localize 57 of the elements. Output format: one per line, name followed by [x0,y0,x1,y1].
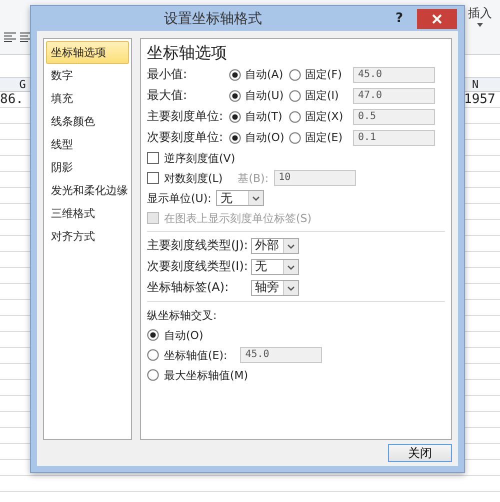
radio-label: 自动(T) [245,109,282,124]
table-cell-text: 1957 [464,92,496,108]
category-item[interactable]: 对齐方式 [46,225,129,248]
close-icon [432,14,442,24]
dropdown[interactable]: 无 [216,190,264,206]
category-item[interactable]: 数字 [46,64,129,87]
checkbox-label: 逆序刻度值(V) [164,150,236,166]
section-label: 纵坐标轴交叉: [147,308,217,322]
align-icon[interactable] [4,32,16,42]
insert-button[interactable]: 插入 [464,3,496,30]
panel-title: 坐标轴选项 [147,43,228,63]
category-item[interactable]: 三维格式 [46,202,129,225]
category-item[interactable]: 填充 [46,87,129,110]
field-label: 最小值: [147,66,188,83]
radio-label: 最大坐标轴值(M) [164,368,248,382]
dropdown[interactable]: 轴旁 [251,280,299,296]
caret-icon [283,280,298,294]
field-label: 显示单位(U): [147,190,212,206]
checkbox-label: 在图表上显示刻度单位标签(S) [164,210,312,226]
checkbox[interactable] [147,152,159,164]
category-item[interactable]: 坐标轴选项 [46,41,129,64]
radio-label: 自动(O) [164,328,204,342]
field-label: 次要刻度线类型(I): [147,258,249,275]
radio-label: 自动(A) [245,67,284,82]
dropdown[interactable]: 外部 [251,238,299,254]
caret-icon [476,22,484,28]
help-button[interactable]: ? [395,11,403,26]
radio-label: 固定(X) [305,109,344,124]
category-item[interactable]: 线条颜色 [46,110,129,133]
table-cell: 86. [0,92,24,108]
radio-label: 自动(O) [245,130,284,145]
radio-label: 固定(F) [305,67,342,82]
caret-icon [248,191,264,205]
category-item[interactable]: 线型 [46,133,129,156]
radio-label: 坐标轴值(E): [164,348,228,362]
radio-button[interactable] [147,369,159,381]
radio-label: 自动(U) [245,88,284,103]
field-label: 次要刻度单位: [147,129,224,146]
window-title: 设置坐标轴格式 [163,10,264,28]
align-icon[interactable] [20,32,32,42]
caret-icon [283,260,298,274]
close-button[interactable] [417,8,457,28]
category-item[interactable]: 发光和柔化边缘 [46,179,129,202]
field-label: 基(B): [238,170,269,186]
field-label: 主要刻度单位: [147,108,224,125]
field-label: 坐标轴标签(A): [147,279,230,296]
field-label: 主要刻度线类型(J): [147,237,249,254]
radio-label: 固定(I) [305,88,339,103]
column-header[interactable]: N [468,78,500,91]
checkbox-label: 对数刻度(L) [164,170,223,186]
dropdown[interactable]: 无 [251,258,299,274]
category-item[interactable]: 阴影 [46,156,129,179]
radio-button[interactable] [147,329,159,341]
field-label: 最大值: [147,87,188,104]
caret-icon [283,238,298,252]
close-button[interactable]: 关闭 [388,444,452,462]
radio-label: 固定(E) [305,130,343,145]
